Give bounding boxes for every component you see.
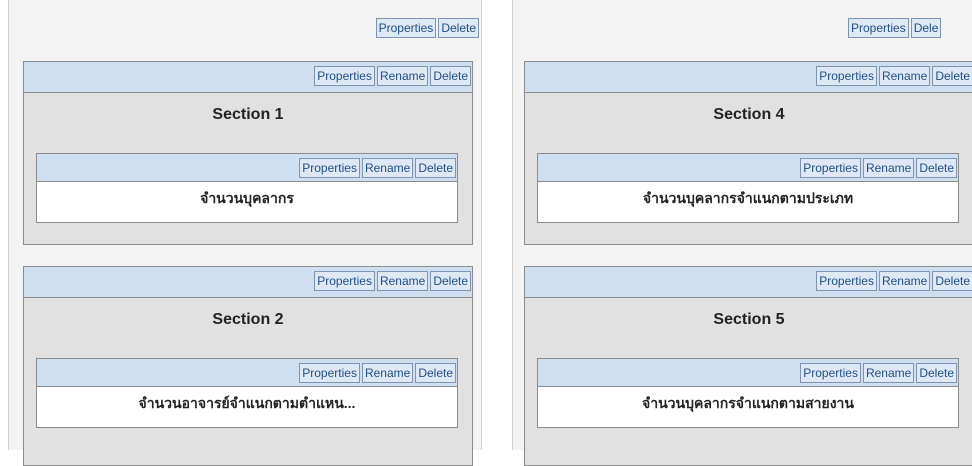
left-column: Properties Delete Properties Rename Dele… <box>8 0 482 466</box>
section-2-rename-button[interactable]: Rename <box>376 271 429 291</box>
section-2-item-rename-button[interactable]: Rename <box>361 363 414 383</box>
section-5-title: Section 5 <box>713 311 785 328</box>
section-1-item-rename-button[interactable]: Rename <box>361 158 414 178</box>
section-2-title: Section 2 <box>212 311 284 328</box>
right-column-properties-button[interactable]: Properties <box>848 18 909 38</box>
section-1-item-delete-button[interactable]: Delete <box>415 158 456 178</box>
section-2: Properties Rename Delete Section 2 Prope… <box>23 266 473 466</box>
section-2-item: Properties Rename Delete จำนวนอาจารย์จำแ… <box>36 358 458 428</box>
section-5-item-properties-button[interactable]: Properties <box>800 363 861 383</box>
section-2-item-buttons: Properties Rename Delete <box>299 363 456 383</box>
section-4-item-label: จำนวนบุคลากรจำแนกตามประเภท <box>642 190 854 206</box>
section-2-item-properties-button[interactable]: Properties <box>299 363 360 383</box>
section-1-item-buttons: Properties Rename Delete <box>299 158 456 178</box>
section-5-properties-button[interactable]: Properties <box>816 271 877 291</box>
section-1-rename-button[interactable]: Rename <box>376 66 429 86</box>
section-2-item-delete-button[interactable]: Delete <box>415 363 456 383</box>
section-5-buttons: Properties Rename Delete <box>816 271 972 291</box>
section-5-delete-button[interactable]: Delete <box>932 271 972 291</box>
section-1-title: Section 1 <box>212 106 284 123</box>
section-5-item-rename-button[interactable]: Rename <box>862 363 915 383</box>
right-column: Properties Dele Properties Rename Delete… <box>512 0 972 466</box>
section-1-item-properties-button[interactable]: Properties <box>299 158 360 178</box>
section-2-delete-button[interactable]: Delete <box>430 271 471 291</box>
section-1-delete-button[interactable]: Delete <box>430 66 471 86</box>
left-column-delete-button[interactable]: Delete <box>438 18 479 38</box>
section-4-item-delete-button[interactable]: Delete <box>916 158 957 178</box>
section-4-properties-button[interactable]: Properties <box>816 66 877 86</box>
section-2-properties-button[interactable]: Properties <box>314 271 375 291</box>
section-1-properties-button[interactable]: Properties <box>314 66 375 86</box>
section-4-item-properties-button[interactable]: Properties <box>800 158 861 178</box>
section-4-item-buttons: Properties Rename Delete <box>800 158 957 178</box>
section-4-title: Section 4 <box>713 106 785 123</box>
right-column-toolbar: Properties Dele <box>848 18 942 38</box>
section-2-buttons: Properties Rename Delete <box>314 271 471 291</box>
section-4-rename-button[interactable]: Rename <box>878 66 931 86</box>
section-1-item: Properties Rename Delete จำนวนบุคลากร <box>36 153 458 223</box>
section-4-buttons: Properties Rename Delete <box>816 66 972 86</box>
left-column-properties-button[interactable]: Properties <box>375 18 437 38</box>
section-5: Properties Rename Delete Section 5 Prope… <box>524 266 972 466</box>
section-4-item-rename-button[interactable]: Rename <box>862 158 915 178</box>
section-2-item-label: จำนวนอาจารย์จำแนกตามตำแหน... <box>138 395 356 411</box>
section-5-item-delete-button[interactable]: Delete <box>916 363 957 383</box>
section-4-item: Properties Rename Delete จำนวนบุคลากรจำแ… <box>537 153 959 223</box>
section-5-item-label: จำนวนบุคลากรจำแนกตามสายงาน <box>642 395 854 411</box>
section-5-item: Properties Rename Delete จำนวนบุคลากรจำแ… <box>537 358 959 428</box>
section-1-item-label: จำนวนบุคลากร <box>200 190 294 206</box>
left-column-toolbar: Properties Delete <box>375 18 479 38</box>
section-4: Properties Rename Delete Section 4 Prope… <box>524 61 972 245</box>
section-1: Properties Rename Delete Section 1 Prope… <box>23 61 473 245</box>
section-4-delete-button[interactable]: Delete <box>932 66 972 86</box>
section-5-item-buttons: Properties Rename Delete <box>800 363 957 383</box>
right-column-delete-button[interactable]: Dele <box>910 18 942 38</box>
section-5-rename-button[interactable]: Rename <box>878 271 931 291</box>
section-1-buttons: Properties Rename Delete <box>314 66 471 86</box>
